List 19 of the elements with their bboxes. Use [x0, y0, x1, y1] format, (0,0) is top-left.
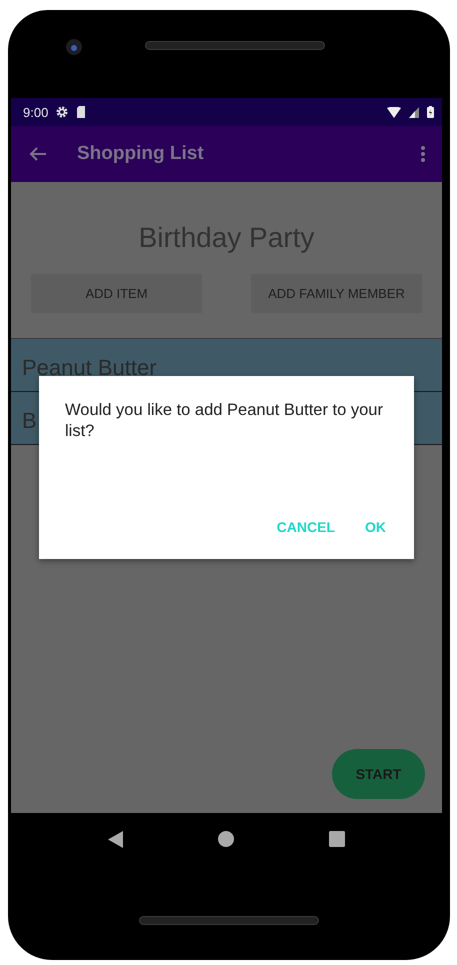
camera-icon [66, 39, 82, 55]
dialog-button[interactable]: OK [357, 515, 394, 539]
back-arrow-icon[interactable] [29, 146, 47, 162]
wifi-icon [387, 106, 401, 118]
app-title: Shopping List [77, 143, 205, 165]
dialog-button[interactable]: CANCEL [268, 515, 343, 539]
status-time: 9:00 [23, 104, 48, 120]
home-icon[interactable] [218, 831, 234, 847]
back-icon[interactable] [108, 830, 124, 848]
dialog-message: Would you like to add Peanut Butter to your list? [65, 400, 384, 442]
signal-icon [409, 106, 419, 118]
sd-card-icon [76, 106, 86, 118]
recents-icon[interactable] [328, 831, 345, 847]
battery-icon [427, 106, 434, 118]
start-button[interactable]: START [332, 749, 425, 799]
more-options-icon[interactable] [420, 145, 426, 163]
action-button[interactable]: ADD FAMILY MEMBER [251, 274, 422, 313]
action-button[interactable]: ADD ITEM [31, 274, 202, 313]
gear-icon [56, 106, 68, 118]
